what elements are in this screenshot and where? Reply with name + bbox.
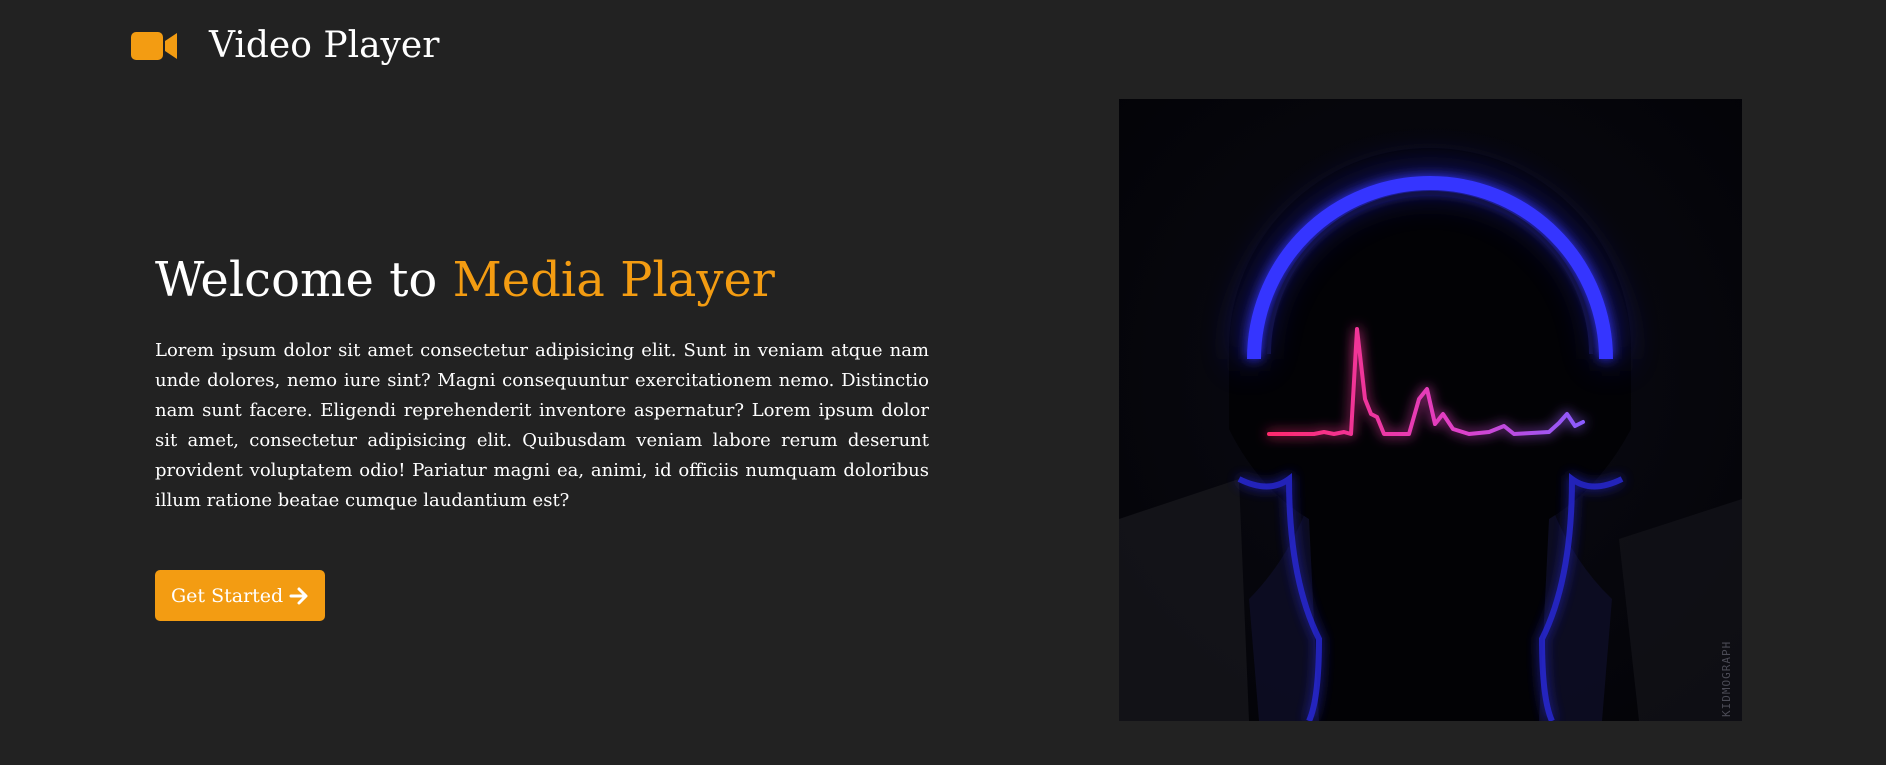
hero-title-accent: Media Player [452,252,775,308]
navbar: Video Player [0,0,1886,92]
hero-paragraph: Lorem ipsum dolor sit amet consectetur a… [155,340,929,511]
brand-link[interactable]: Video Player [131,20,439,72]
get-started-label: Get Started [171,584,284,607]
video-camera-icon [131,32,177,60]
hero-content: Welcome to Media Player Lorem ipsum dolo… [155,248,929,516]
hero-title-prefix: Welcome to [155,252,438,308]
hero-title: Welcome to Media Player [155,248,929,312]
brand-title: Video Player [209,25,440,66]
hero-illustration: KIDMOGRAPH [1119,99,1742,721]
image-watermark: KIDMOGRAPH [1720,641,1733,717]
get-started-button[interactable]: Get Started [155,570,326,621]
arrow-right-icon [289,587,308,604]
headphones-heartbeat-illustration: KIDMOGRAPH [1119,99,1742,721]
